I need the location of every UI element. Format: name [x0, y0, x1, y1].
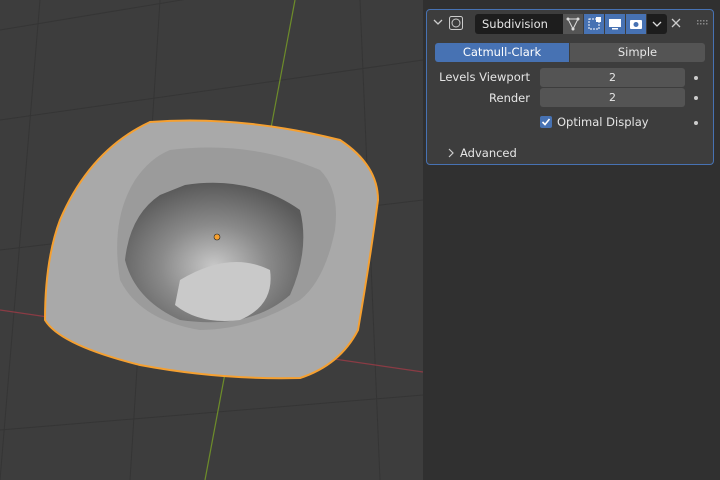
object-origin — [213, 233, 221, 241]
edit-cage-toggle[interactable] — [563, 14, 583, 34]
vertex-triangle-icon — [566, 17, 580, 31]
edit-mode-toggle[interactable] — [584, 14, 604, 34]
render-toggle[interactable] — [626, 14, 646, 34]
optimal-display-label: Optimal Display — [557, 115, 649, 129]
levels-viewport-label: Levels Viewport — [439, 70, 530, 84]
subdivision-modifier-panel: Subdivision Catmull-Clark Simple Levels … — [426, 9, 714, 165]
viewport-canvas[interactable] — [0, 0, 423, 480]
render-keyframe-dot[interactable] — [694, 96, 698, 100]
advanced-subpanel-toggle[interactable]: Advanced — [447, 146, 517, 160]
modifier-header: Subdivision — [427, 12, 713, 34]
camera-icon — [630, 20, 642, 29]
modifier-menu-dropdown[interactable] — [647, 14, 667, 34]
mode-simple-button[interactable]: Simple — [570, 43, 705, 62]
levels-viewport-keyframe-dot[interactable] — [694, 76, 698, 80]
checkmark-icon — [541, 118, 551, 126]
optimal-display-checkbox[interactable] — [540, 116, 552, 128]
selected-bowl-mesh[interactable] — [43, 119, 380, 380]
advanced-label: Advanced — [460, 146, 517, 160]
drag-handle-icon[interactable] — [697, 20, 709, 26]
subdivision-modifier-icon — [449, 16, 463, 30]
render-label: Render — [489, 91, 530, 105]
collapse-chevron-icon[interactable] — [433, 19, 443, 27]
modifier-name-field[interactable]: Subdivision — [475, 14, 563, 34]
viewport-display-toggle[interactable] — [605, 14, 625, 34]
chevron-down-icon — [652, 21, 662, 27]
monitor-icon — [609, 19, 621, 30]
mode-catmull-clark-button[interactable]: Catmull-Clark — [435, 43, 569, 62]
levels-viewport-field[interactable]: 2 — [540, 68, 685, 87]
close-icon[interactable] — [671, 18, 681, 28]
chevron-right-icon — [448, 148, 454, 158]
3d-viewport[interactable] — [0, 0, 423, 480]
optimal-display-keyframe-dot[interactable] — [694, 121, 698, 125]
edit-mode-icon — [588, 17, 601, 30]
properties-editor: Subdivision Catmull-Clark Simple Levels … — [423, 0, 720, 480]
render-levels-field[interactable]: 2 — [540, 88, 685, 107]
